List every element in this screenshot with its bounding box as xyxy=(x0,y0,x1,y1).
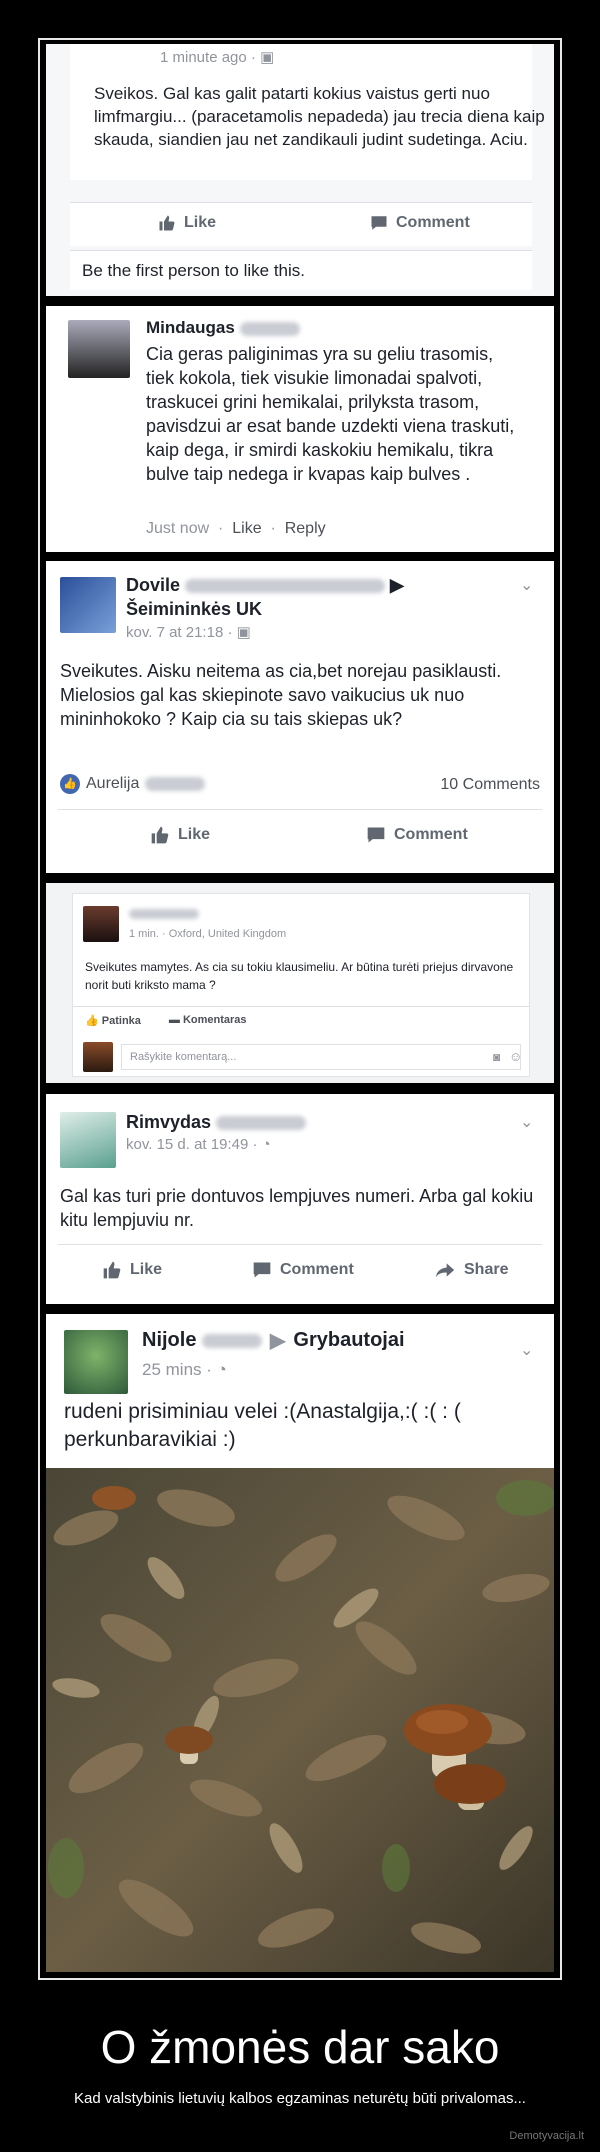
group-name[interactable]: Grybautojai xyxy=(293,1329,404,1352)
comment-icon xyxy=(253,1262,271,1278)
avatar[interactable] xyxy=(60,577,116,633)
post-time[interactable]: 25 mins · ◔ xyxy=(142,1360,227,1380)
post-card-5: Rimvydas kov. 15 d. at 19:49 · ◔ ⌄ Gal k… xyxy=(46,1094,554,1304)
caption-title: O žmonės dar sako xyxy=(100,2021,500,2073)
post-author[interactable] xyxy=(129,906,199,920)
divider xyxy=(58,809,542,810)
post-action-bar: 👍 Patinka ▬ Komentaras xyxy=(85,1014,247,1027)
comment-button[interactable]: Comment xyxy=(252,1260,354,1280)
demotivator-frame: 1 minute ago · ▣ Sveikos. Gal kas galit … xyxy=(38,38,562,1980)
site-watermark: Demotyvacija.lt xyxy=(509,2130,584,2142)
post-action-bar: Like Comment xyxy=(70,202,532,246)
comment-like-link[interactable]: Like xyxy=(232,520,261,537)
likes-summary: Be the first person to like this. xyxy=(70,250,532,290)
post-text: Sveikutes mamytes. As cia su tokiu klaus… xyxy=(85,960,514,992)
like-button[interactable]: 👍 Patinka xyxy=(85,1014,141,1027)
avatar[interactable] xyxy=(64,1330,128,1394)
post-text: Sveikos. Gal kas galit patarti kokius va… xyxy=(94,84,545,149)
like-button[interactable]: Like xyxy=(158,214,216,232)
post-body: 1 min. · Oxford, United Kingdom Sveikute… xyxy=(72,893,530,1077)
thumbs-up-icon xyxy=(159,215,175,231)
like-button[interactable]: Like xyxy=(150,825,210,845)
emoji-icon[interactable]: ☺ xyxy=(509,1049,522,1064)
post-card-3: Dovile ▶ Šeimininkės UK kov. 7 at 21:18 … xyxy=(46,561,554,873)
comments-count[interactable]: 10 Comments xyxy=(440,776,540,794)
share-button[interactable]: Share xyxy=(434,1260,508,1280)
chevron-down-icon[interactable]: ⌄ xyxy=(520,1112,536,1131)
chevron-down-icon[interactable]: ⌄ xyxy=(520,1340,536,1359)
avatar[interactable] xyxy=(83,906,119,942)
camera-icon[interactable]: ◙ xyxy=(493,1050,500,1064)
arrow-right-icon: ▶ xyxy=(270,1330,286,1352)
comment-button[interactable]: ▬ Komentaras xyxy=(169,1014,247,1027)
comment-reply-link[interactable]: Reply xyxy=(285,520,326,537)
post-time[interactable]: 1 minute ago · ▣ xyxy=(160,48,274,66)
post-photo[interactable] xyxy=(46,1468,554,1972)
comment-icon xyxy=(371,216,387,230)
comment-meta: Just now · Like · Reply xyxy=(146,520,326,537)
comment-button[interactable]: Comment xyxy=(366,825,468,845)
avatar xyxy=(83,1042,113,1072)
post-card-1: 1 minute ago · ▣ Sveikos. Gal kas galit … xyxy=(46,44,554,296)
post-card-4: 1 min. · Oxford, United Kingdom Sveikute… xyxy=(46,883,554,1083)
comment-card: Mindaugas Cia geras paliginimas yra su g… xyxy=(46,306,554,552)
caption-subtitle: Kad valstybinis lietuvių kalbos egzamina… xyxy=(74,2090,526,2107)
like-button[interactable]: Like xyxy=(102,1260,162,1280)
post-author[interactable]: Rimvydas xyxy=(126,1112,307,1133)
post-location: 1 min. · Oxford, United Kingdom xyxy=(129,928,287,940)
comment-author[interactable]: Mindaugas xyxy=(146,318,300,338)
post-body: 1 minute ago · ▣ Sveikos. Gal kas galit … xyxy=(70,44,545,180)
post-time[interactable]: kov. 15 d. at 19:49 · ◔ xyxy=(126,1136,271,1153)
like-reaction-icon: 👍 xyxy=(60,774,80,794)
divider xyxy=(73,1006,529,1007)
comment-button[interactable]: Comment xyxy=(370,214,470,232)
avatar[interactable] xyxy=(68,320,130,378)
chevron-down-icon[interactable]: ⌄ xyxy=(520,575,536,594)
avatar[interactable] xyxy=(60,1112,116,1168)
post-card-6: Nijole ▶ Grybautojai 25 mins · ◔ ⌄ ruden… xyxy=(46,1314,554,1972)
post-text: Gal kas turi prie dontuvos lempjuves num… xyxy=(60,1186,534,1230)
post-author[interactable]: Dovile ▶ xyxy=(126,575,404,596)
comment-icon xyxy=(367,827,385,843)
share-icon xyxy=(435,1263,455,1278)
group-name[interactable]: Šeimininkės UK xyxy=(126,599,262,620)
post-time[interactable]: kov. 7 at 21:18 · ▣ xyxy=(126,623,251,641)
post-header: Nijole ▶ Grybautojai xyxy=(142,1328,405,1353)
post-text: Sveikutes. Aisku neitema as cia,bet nore… xyxy=(60,661,502,729)
thumbs-up-icon xyxy=(151,826,169,844)
comment-text: Cia geras paliginimas yra su geliu traso… xyxy=(146,344,515,484)
divider xyxy=(58,1244,542,1245)
comment-input[interactable]: Rašykite komentarą... xyxy=(121,1044,521,1070)
post-text: rudeni prisiminiau velei :(Anastalgija,:… xyxy=(64,1400,461,1451)
mushroom xyxy=(92,1486,136,1510)
thumbs-up-icon xyxy=(103,1261,121,1279)
reactions-summary[interactable]: 👍 Aurelija xyxy=(60,774,206,794)
post-author[interactable]: Nijole xyxy=(142,1329,263,1352)
